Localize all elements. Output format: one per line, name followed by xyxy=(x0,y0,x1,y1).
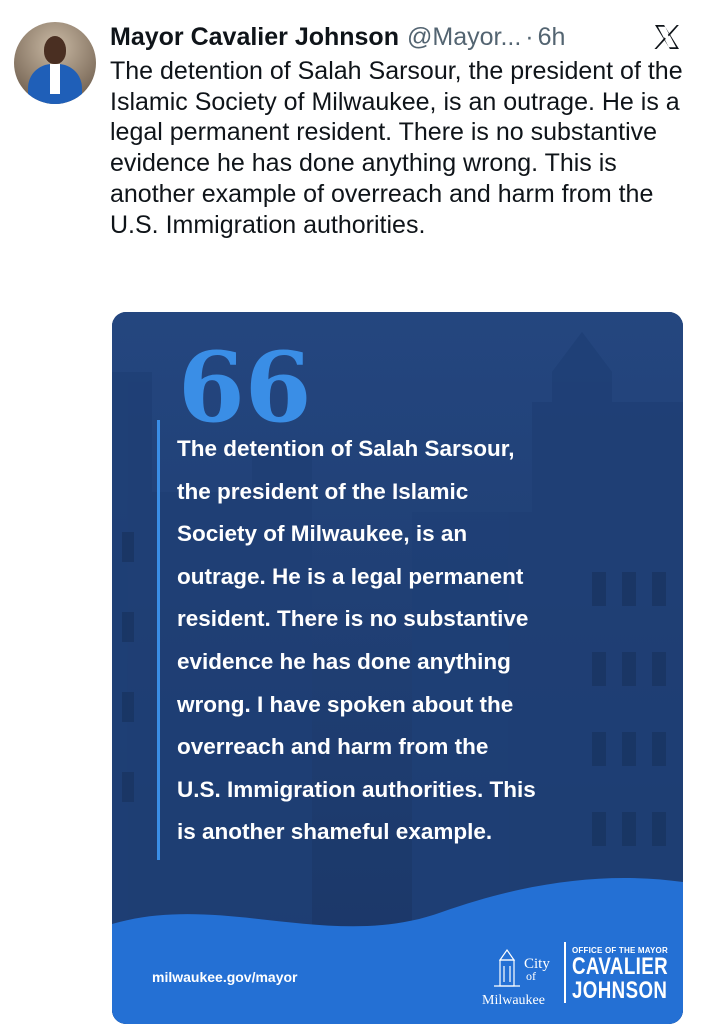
city-of-milwaukee-logo: City of Milwaukee xyxy=(482,948,550,1008)
quote-line: resident. There is no substantive xyxy=(177,606,529,632)
tweet-text: The detention of Salah Sarsour, the pres… xyxy=(110,57,683,239)
quote-line: wrong. I have spoken about the xyxy=(177,691,514,717)
author-handle[interactable]: @Mayor... xyxy=(407,23,521,52)
quote-line: the president of the Islamic xyxy=(177,478,469,504)
quote-accent-bar xyxy=(157,420,160,860)
quote-line: outrage. He is a legal permanent xyxy=(177,563,524,589)
meta-separator: · xyxy=(525,22,534,51)
office-name-line: CAVALIER xyxy=(572,953,669,980)
author-avatar[interactable] xyxy=(14,22,96,104)
x-logo-icon[interactable] xyxy=(651,21,683,53)
office-of-the-mayor-logo: OFFICE OF THE MAYOR CAVALIER JOHNSON xyxy=(564,942,683,1003)
tweet-timestamp[interactable]: 6h xyxy=(538,23,566,52)
office-name-line: JOHNSON xyxy=(572,977,668,1004)
author-name[interactable]: Mayor Cavalier Johnson xyxy=(110,23,399,52)
city-logo-line: of xyxy=(526,969,536,983)
quote-line: evidence he has done anything xyxy=(177,648,511,674)
quote-line: The detention of Salah Sarsour, xyxy=(177,436,515,461)
tweet-header: Mayor Cavalier Johnson @Mayor... · 6h xyxy=(110,20,683,54)
city-logo-line: Milwaukee xyxy=(482,993,545,1008)
quote-line: U.S. Immigration authorities. This xyxy=(177,776,536,802)
quote-line: is another shameful example. xyxy=(177,819,493,845)
avatar-shirt xyxy=(50,64,60,94)
quote-icon: 66 xyxy=(178,331,312,444)
quote-line: Society of Milwaukee, is an xyxy=(177,521,468,547)
avatar-head xyxy=(44,36,66,64)
quote-image-card[interactable]: 66 The detention of Salah Sarsour, the p… xyxy=(112,312,683,1024)
quote-text: The detention of Salah Sarsour, the pres… xyxy=(177,428,637,854)
website-url: milwaukee.gov/mayor xyxy=(152,969,298,985)
quote-line: overreach and harm from the xyxy=(177,734,489,760)
